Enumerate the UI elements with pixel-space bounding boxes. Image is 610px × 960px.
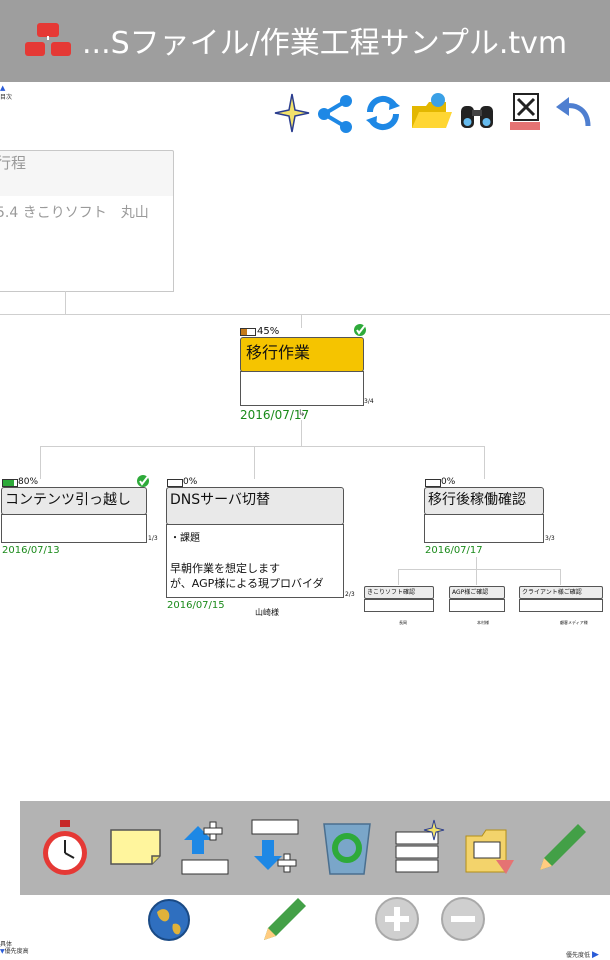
gc1-body[interactable] — [364, 599, 434, 612]
child1-percent: 80% — [18, 477, 39, 487]
add-sibling-node-icon[interactable] — [392, 818, 446, 878]
gc3-connector — [560, 569, 561, 585]
children-bus — [40, 446, 484, 447]
root-connector — [65, 291, 66, 314]
binoculars-icon[interactable] — [458, 92, 496, 134]
edit-pencil-icon[interactable] — [534, 818, 588, 878]
child2-owner: 山崎様 — [255, 608, 279, 617]
child2-body-line3: が、AGP様による現プロバイダ — [170, 577, 324, 590]
child2-percent: 0% — [183, 477, 198, 487]
child3-date: 2016/07/17 — [425, 545, 483, 556]
main-progress-fill — [241, 329, 248, 335]
child3-title: 移行後稼働確認 — [428, 492, 526, 508]
recycle-bin-icon[interactable] — [320, 818, 374, 878]
priority-low-text: 優先度低 — [566, 952, 591, 959]
stopwatch-task-icon[interactable] — [38, 818, 92, 878]
gc3-body[interactable] — [519, 599, 603, 612]
zoom-in-icon[interactable] — [374, 896, 420, 942]
child2-body-line1: ・課題 — [170, 533, 200, 544]
app-logo-icon — [25, 23, 71, 56]
children-connector — [301, 420, 302, 446]
root-node-header[interactable] — [0, 150, 174, 198]
child1-title: コンテンツ引っ越し — [5, 492, 131, 508]
concrete-text: 具体 — [0, 941, 13, 948]
document-title: ...Sファイル/作業工程サンプル.tvm — [82, 26, 568, 61]
child1-body[interactable] — [1, 514, 147, 543]
child3-percent: 0% — [441, 477, 456, 487]
gc3-owner: 顧客メディア様 — [560, 620, 588, 625]
grandchildren-bus — [398, 569, 560, 570]
gc2-owner: 本村様 — [477, 620, 489, 625]
child3-count: 3/3 — [545, 535, 555, 542]
right-arrow-icon: ▶ — [591, 950, 599, 960]
expand-arrow-icon[interactable]: ↳ — [298, 409, 306, 419]
child3-body[interactable] — [424, 514, 544, 543]
priority-high-label[interactable]: 具体 ▼優先度高 — [0, 941, 29, 955]
priority-low-label[interactable]: 優先度低 ▶ — [566, 950, 599, 960]
main-node-title: 移行作業 — [246, 343, 311, 362]
toc-label[interactable]: ▲ 目次 — [0, 84, 12, 101]
child1-count: 1/3 — [148, 535, 158, 542]
child1-progress-bar — [2, 479, 18, 487]
root-node-subtitle: 5.4 きこりソフト 丸山 — [0, 205, 149, 221]
gc1-connector — [398, 569, 399, 585]
pencil-icon[interactable] — [260, 894, 308, 942]
checkmark-icon — [137, 474, 150, 487]
gc3-title: クライアント様ご確認 — [522, 589, 582, 596]
toc-text: 目次 — [0, 94, 13, 101]
close-file-icon[interactable] — [506, 92, 544, 134]
main-node-count: 3/4 — [364, 398, 374, 405]
sparkle-icon[interactable] — [273, 92, 311, 134]
zoom-out-icon[interactable] — [440, 896, 486, 942]
child2-title: DNSサーバ切替 — [170, 492, 270, 508]
share-icon[interactable] — [316, 92, 354, 134]
add-parent-node-icon[interactable] — [180, 818, 234, 878]
undo-icon[interactable] — [554, 92, 592, 134]
child1-date: 2016/07/13 — [2, 545, 60, 556]
gc2-body[interactable] — [449, 599, 505, 612]
priority-high-text: 優先度高 — [4, 948, 29, 955]
main-progress-bar — [240, 328, 256, 336]
child3-connector — [484, 446, 485, 479]
sticky-note-icon[interactable] — [108, 818, 162, 878]
main-connector — [301, 314, 302, 328]
child2-count: 2/3 — [345, 591, 355, 598]
child3-progress-bar — [425, 479, 441, 487]
open-folder-icon[interactable] — [410, 92, 454, 134]
child2-progress-bar — [167, 479, 183, 487]
checkmark-icon — [354, 323, 367, 336]
up-arrow-icon: ▲ — [0, 84, 6, 92]
root-node-title: 行程 — [0, 154, 27, 172]
root-divider — [0, 314, 610, 315]
child1-connector — [40, 446, 41, 479]
child1-progress-fill — [3, 480, 15, 486]
child2-date: 2016/07/15 — [167, 600, 225, 611]
globe-icon[interactable] — [147, 898, 191, 942]
child2-body-line2: 早朝作業を想定します — [170, 562, 280, 575]
sync-icon[interactable] — [364, 92, 402, 134]
gc2-title: AGP様ご確認 — [452, 589, 489, 596]
import-file-icon[interactable] — [462, 818, 516, 878]
grandchildren-connector — [476, 557, 477, 569]
main-node-body[interactable] — [240, 371, 364, 406]
gc1-owner: 長岡 — [399, 620, 407, 625]
gc2-connector — [476, 569, 477, 585]
gc1-title: きこりソフト確認 — [367, 589, 416, 596]
add-child-node-icon[interactable] — [250, 818, 304, 878]
child2-connector — [254, 446, 255, 479]
main-percent: 45% — [257, 326, 280, 337]
